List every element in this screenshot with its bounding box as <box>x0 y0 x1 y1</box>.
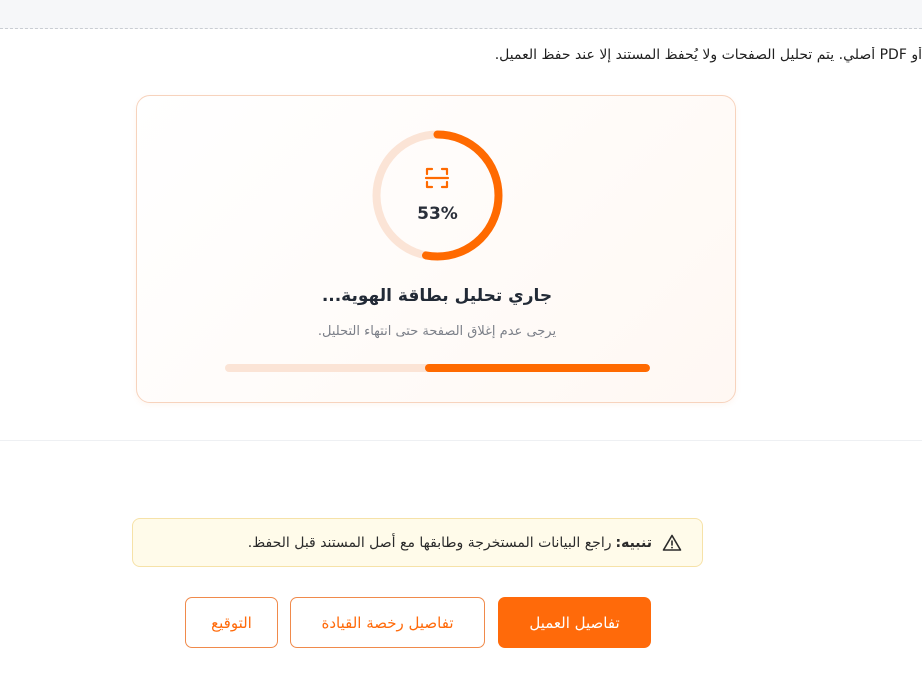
progress-percent: 53% <box>417 204 458 224</box>
analysis-subtitle: يرجى عدم إغلاق الصفحة حتى انتهاء التحليل… <box>317 324 557 339</box>
top-toolbar <box>0 0 922 29</box>
warning-alert: تنبيه: راجع البيانات المستخرجة وطابقها م… <box>132 518 703 567</box>
alert-message: راجع البيانات المستخرجة وطابقها مع أصل ا… <box>247 534 612 551</box>
progress-bar <box>225 364 650 372</box>
analysis-card: 53% جاري تحليل بطاقة الهوية... يرجى عدم … <box>136 95 736 403</box>
warning-icon <box>662 534 682 551</box>
progress-ring <box>372 130 503 261</box>
customer-details-button[interactable]: تفاصيل العميل <box>498 597 651 648</box>
analysis-title: جاري تحليل بطاقة الهوية... <box>321 286 553 306</box>
signature-button[interactable]: التوقيع <box>185 597 278 648</box>
alert-label: تنبيه: <box>615 534 653 551</box>
progress-bar-fill <box>424 364 650 372</box>
section-divider <box>0 440 922 441</box>
scan-icon <box>424 167 450 189</box>
license-details-button[interactable]: تفاصيل رخصة القيادة <box>290 597 485 648</box>
upload-info-text: أو PDF أصلي. يتم تحليل الصفحات ولا يُحفظ… <box>494 47 922 63</box>
